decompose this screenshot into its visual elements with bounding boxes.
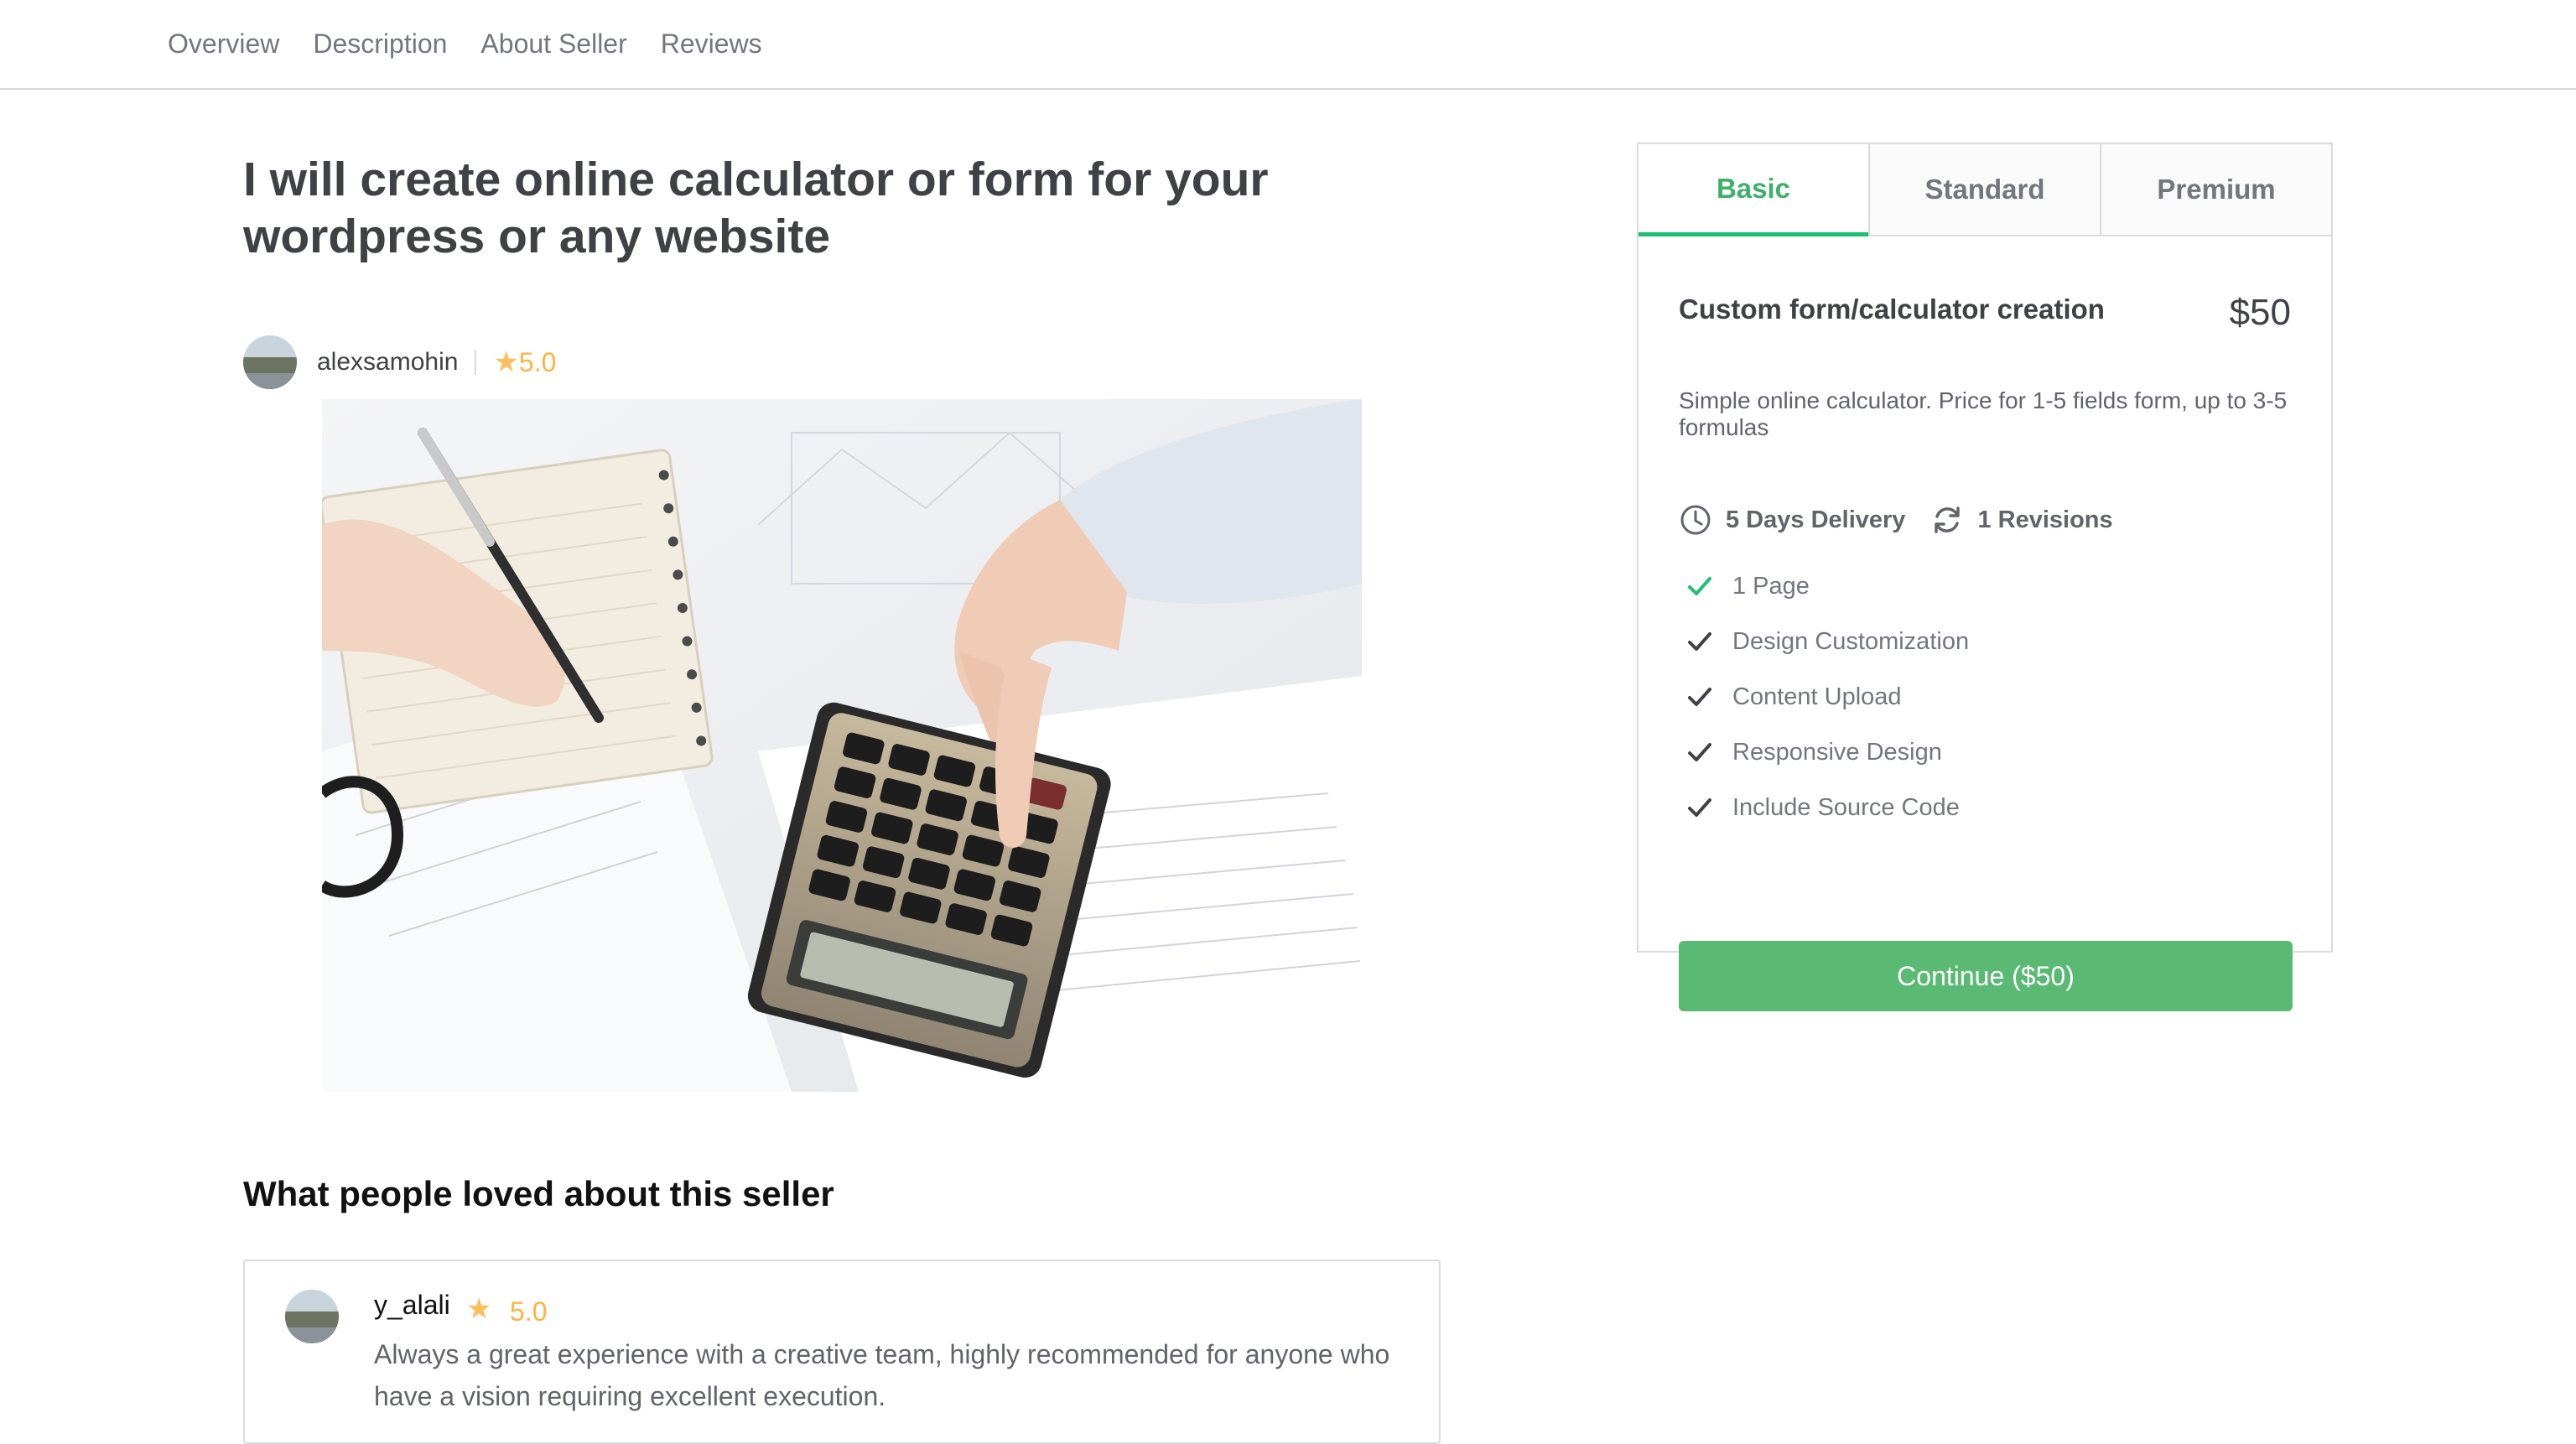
- package-meta: 5 Days Delivery 1 Revisions: [1679, 503, 2113, 537]
- feature-item: Content Upload: [1685, 669, 1969, 725]
- check-icon: [1688, 688, 1711, 706]
- seller-name[interactable]: alexsamohin: [317, 348, 458, 377]
- seller-row: alexsamohin ★ 5.0: [243, 334, 556, 391]
- feature-item: Design Customization: [1685, 614, 1969, 669]
- star-icon: ★: [493, 346, 519, 378]
- nav-items: Overview Description About Seller Review…: [168, 29, 762, 60]
- package-name: Custom form/calculator creation: [1679, 293, 2105, 325]
- nav-reviews[interactable]: Reviews: [661, 29, 762, 60]
- delivery-time: 5 Days Delivery: [1726, 506, 1906, 533]
- seller-avatar[interactable]: [243, 335, 297, 389]
- divider: [475, 350, 477, 375]
- check-icon: [1688, 632, 1711, 651]
- revisions-count: 1 Revisions: [1977, 506, 2113, 533]
- review-text: Always a great experience with a creativ…: [374, 1339, 1390, 1411]
- nav-description[interactable]: Description: [313, 29, 447, 60]
- feature-label: Design Customization: [1732, 627, 1970, 655]
- reviewer-avatar: [285, 1290, 339, 1343]
- package-panel: Basic Standard Premium Custom form/calcu…: [1637, 143, 2333, 1011]
- nav-overview[interactable]: Overview: [168, 29, 279, 60]
- reviewer-name: y_alali: [374, 1290, 450, 1320]
- continue-button[interactable]: Continue ($50): [1679, 941, 2293, 1011]
- feature-item: Responsive Design: [1685, 725, 1969, 780]
- refresh-icon: [1935, 506, 1961, 533]
- gig-title: I will create online calculator or form …: [243, 153, 1269, 263]
- nav-about-seller[interactable]: About Seller: [480, 29, 626, 60]
- tab-basic[interactable]: Basic: [1639, 144, 1868, 236]
- seller-rating: 5.0: [518, 346, 557, 377]
- feature-label: Include Source Code: [1732, 793, 1960, 821]
- check-icon: [1688, 798, 1711, 817]
- check-icon: [1688, 577, 1711, 595]
- package-tabs: Basic Standard Premium: [1639, 144, 2331, 236]
- review-card: y_alali ★ 5.0 Always a great experience …: [243, 1260, 1441, 1444]
- revisions-group: 1 Revisions: [1930, 503, 2113, 537]
- feature-list: 1 Page Design Customization Content Uplo…: [1685, 558, 1969, 835]
- check-icon: [1688, 743, 1711, 761]
- package-price: $50: [2229, 292, 2291, 333]
- gig-image[interactable]: [322, 399, 1362, 1092]
- calculator-photo: [322, 399, 1362, 1092]
- star-icon: ★: [466, 1293, 492, 1325]
- clock-icon: [1680, 505, 1711, 535]
- tab-premium[interactable]: Premium: [2100, 144, 2331, 236]
- feature-label: Responsive Design: [1732, 738, 1942, 766]
- feature-item: Include Source Code: [1685, 780, 1969, 835]
- feature-item: 1 Page: [1685, 558, 1969, 614]
- top-nav: Overview Description About Seller Review…: [0, 0, 2576, 90]
- review-rating: 5.0: [510, 1296, 548, 1327]
- tab-standard[interactable]: Standard: [1868, 144, 2100, 236]
- loved-heading: What people loved about this seller: [243, 1174, 834, 1213]
- feature-label: 1 Page: [1732, 572, 1810, 600]
- feature-label: Content Upload: [1732, 683, 1902, 710]
- package-description: Simple online calculator. Price for 1-5 …: [1679, 387, 2288, 440]
